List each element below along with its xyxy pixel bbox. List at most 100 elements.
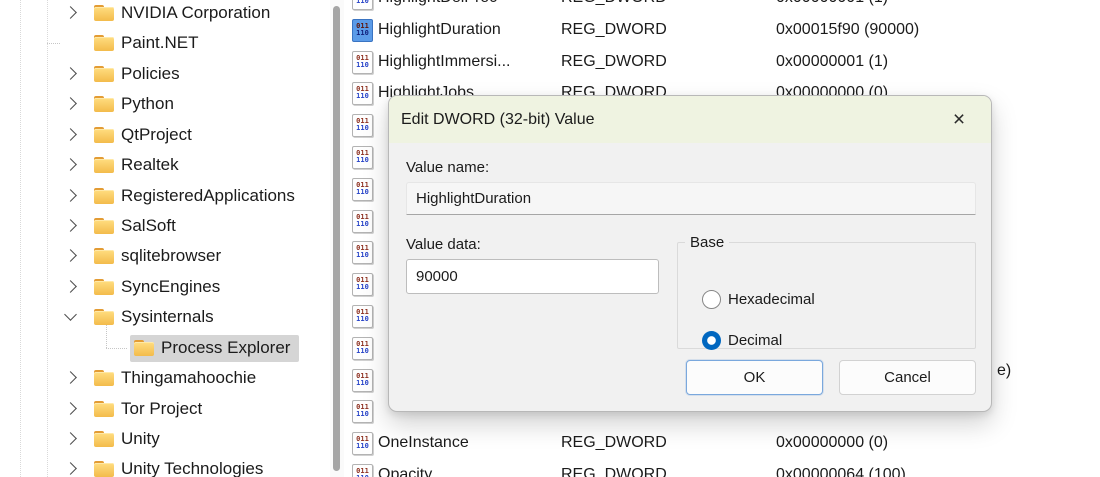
cancel-button[interactable]: Cancel [839, 360, 976, 395]
reg-dword-icon: 011 110 [352, 463, 373, 477]
dialog-title: Edit DWORD (32-bit) Value [401, 110, 595, 128]
value-data-cell: 0x00000001 (1) [776, 0, 1100, 7]
sidebar-item-qtproject[interactable]: QtProject [0, 120, 330, 150]
folder-icon [94, 95, 114, 112]
value-row-highlightdelproc[interactable]: 011 110 HighlightDelProc REG_DWORD 0x000… [348, 0, 1100, 14]
sidebar-item-registeredapplications[interactable]: RegisteredApplications [0, 181, 330, 211]
value-type-cell: REG_DWORD [561, 53, 667, 70]
chevron-icon[interactable] [62, 430, 80, 448]
sidebar-item-syncengines[interactable]: SyncEngines [0, 272, 330, 302]
value-row-highlightduration[interactable]: 011 110 HighlightDuration REG_DWORD 0x00… [348, 14, 1100, 46]
sidebar-item-label: Paint.NET [121, 32, 199, 52]
chevron-icon[interactable] [62, 4, 80, 22]
reg-dword-icon: 011 110 [352, 18, 373, 42]
sidebar-item-label: NVIDIA Corporation [121, 2, 271, 22]
edit-dword-dialog: Edit DWORD (32-bit) Value × Value name: … [388, 95, 992, 412]
sidebar-item-label: Policies [121, 63, 180, 83]
chevron-icon[interactable] [62, 369, 80, 387]
folder-icon [94, 34, 114, 51]
sidebar-item-label: Process Explorer [161, 337, 291, 357]
chevron-icon[interactable] [62, 95, 80, 113]
sidebar-item-tor-project[interactable]: Tor Project [0, 394, 330, 424]
sidebar-item-label: Realtek [121, 154, 179, 174]
chevron-icon[interactable] [62, 187, 80, 205]
chevron-icon[interactable] [62, 278, 80, 296]
value-name-cell: HighlightImmersi... [378, 53, 511, 70]
reg-dword-icon: 011 110 [352, 0, 373, 10]
dialog-titlebar[interactable]: Edit DWORD (32-bit) Value × [389, 96, 991, 143]
value-name-cell: Opacity [378, 466, 433, 477]
chevron-icon[interactable] [62, 65, 80, 83]
reg-dword-icon: 011 110 [352, 50, 373, 74]
folder-icon [94, 308, 114, 325]
sidebar-item-label: Sysinternals [121, 306, 214, 326]
base-group: Base Hexadecimal Decimal [677, 234, 976, 350]
chevron-icon[interactable] [62, 247, 80, 265]
folder-icon [94, 156, 114, 173]
reg-dword-icon: 011 110 [352, 272, 373, 296]
sidebar-item-process-explorer[interactable]: Process Explorer [0, 325, 330, 363]
sidebar-item-sysinternals[interactable]: Sysinternals [0, 302, 330, 332]
value-row-opacity[interactable]: 011 110 Opacity REG_DWORD 0x00000064 (10… [348, 459, 1100, 477]
tree-connector [47, 43, 60, 44]
sidebar-item-sqlitebrowser[interactable]: sqlitebrowser [0, 241, 330, 271]
sidebar-item-paint-net[interactable]: Paint.NET [0, 28, 330, 58]
value-name-label: Value name: [406, 159, 490, 176]
sidebar-item-label: SalSoft [121, 215, 176, 235]
radio-unchecked-icon[interactable] [702, 289, 721, 309]
folder-icon [94, 400, 114, 417]
sidebar-item-label: RegisteredApplications [121, 185, 295, 205]
reg-dword-icon: 011 110 [352, 368, 373, 392]
radio-hexadecimal[interactable]: Hexadecimal [702, 289, 815, 309]
reg-dword-icon: 011 110 [352, 431, 373, 455]
chevron-icon[interactable] [62, 156, 80, 174]
sidebar-item-thingamahoochie[interactable]: Thingamahoochie [0, 363, 330, 393]
tree-scrollbar-thumb[interactable] [333, 6, 340, 471]
sidebar-item-label: Unity [121, 428, 160, 448]
folder-icon [94, 65, 114, 82]
ok-button[interactable]: OK [686, 360, 823, 395]
folder-icon [94, 126, 114, 143]
radio-decimal-label: Decimal [728, 331, 783, 349]
folder-icon [94, 187, 114, 204]
chevron-icon[interactable] [62, 34, 80, 52]
registry-editor-window: NVIDIA Corporation Paint.NET Policies Py… [0, 0, 1100, 477]
sidebar-item-policies[interactable]: Policies [0, 59, 330, 89]
sidebar-item-python[interactable]: Python [0, 89, 330, 119]
chevron-icon[interactable] [62, 308, 80, 326]
reg-dword-icon: 011 110 [352, 399, 373, 423]
tree-scrollbar[interactable] [330, 0, 344, 477]
value-name-cell: HighlightDelProc [378, 0, 557, 7]
value-type-cell: REG_DWORD [561, 434, 667, 451]
value-data-input[interactable] [406, 259, 659, 294]
chevron-icon[interactable] [62, 400, 80, 418]
sidebar-item-salsoft[interactable]: SalSoft [0, 211, 330, 241]
folder-icon [94, 247, 114, 264]
chevron-icon[interactable] [62, 460, 80, 477]
sidebar-item-label: sqlitebrowser [121, 245, 222, 265]
radio-decimal[interactable]: Decimal [702, 330, 782, 350]
reg-dword-icon: 011 110 [352, 240, 373, 264]
sidebar-item-label: SyncEngines [121, 276, 221, 296]
value-row-oneinstance[interactable]: 011 110 OneInstance REG_DWORD 0x00000000… [348, 427, 1100, 459]
chevron-icon[interactable] [62, 217, 80, 235]
value-row-highlightimmersi[interactable]: 011 110 HighlightImmersi... REG_DWORD 0x… [348, 46, 1100, 78]
sidebar-item-label: QtProject [121, 124, 192, 144]
folder-icon [94, 369, 114, 386]
reg-dword-icon: 011 110 [352, 304, 373, 328]
value-name-cell: HighlightDuration [378, 21, 501, 38]
value-name-cell: OneInstance [378, 434, 469, 451]
value-name-field[interactable] [406, 182, 976, 215]
tree-connector [106, 348, 127, 349]
sidebar-item-realtek[interactable]: Realtek [0, 150, 330, 180]
folder-icon [94, 460, 114, 477]
sidebar-item-nvidia-corporation[interactable]: NVIDIA Corporation [0, 0, 330, 28]
sidebar-item-unity[interactable]: Unity [0, 424, 330, 454]
close-icon[interactable]: × [945, 109, 973, 130]
sidebar-item-unity-technologies[interactable]: Unity Technologies [0, 454, 330, 477]
value-data-cell: 0x00015f90 (90000) [776, 21, 920, 38]
radio-checked-icon[interactable] [702, 330, 721, 350]
value-data-cell: 0x00000001 (1) [776, 53, 889, 70]
sidebar-item-label: Thingamahoochie [121, 367, 257, 387]
chevron-icon[interactable] [62, 126, 80, 144]
